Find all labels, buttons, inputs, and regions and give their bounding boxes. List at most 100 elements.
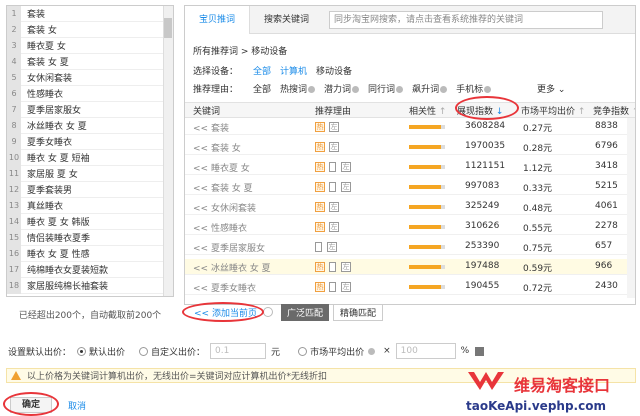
list-item[interactable]: 6 性感睡衣 <box>7 85 173 102</box>
keyword-cell[interactable]: << 性感睡衣 <box>193 221 247 234</box>
relevance-bar <box>409 125 445 129</box>
exact-match-button[interactable]: 精确匹配 <box>332 303 383 321</box>
default-bid-radio[interactable] <box>77 346 87 356</box>
custom-bid-input[interactable]: 0.1 <box>210 343 267 359</box>
list-item[interactable]: 16 睡衣 女 夏 性感 <box>7 245 173 262</box>
table-row[interactable]: << 套装 女 夏 热 左 997083 0.33元 5215 <box>185 179 629 195</box>
market-bid-radio[interactable] <box>298 346 308 356</box>
tab-search-keyword[interactable]: 搜索关键词 <box>250 6 323 34</box>
hot-icon: 热 <box>315 162 325 172</box>
reason-mobile[interactable]: 手机标 <box>456 82 492 95</box>
relevance-fill <box>409 265 442 269</box>
keyword-list-scrollbar[interactable] <box>163 6 173 296</box>
device-all[interactable]: 全部 <box>253 64 271 77</box>
left-icon: 左 <box>329 142 339 152</box>
list-item[interactable]: 13 真丝睡衣 <box>7 197 173 214</box>
list-item[interactable]: 10 睡衣 女 夏 短袖 <box>7 149 173 166</box>
device-filter: 选择设备： 全部 计算机 移动设备 <box>193 64 361 77</box>
row-number: 16 <box>7 245 21 262</box>
list-item[interactable]: 7 夏季居家服女 <box>7 101 173 118</box>
more-label: 更多 <box>537 85 556 95</box>
header-cpc[interactable]: 市场平均出价 ↑ <box>521 104 585 117</box>
reason-all[interactable]: 全部 <box>253 82 271 95</box>
broad-match-button[interactable]: 广泛匹配 <box>280 303 329 321</box>
keyword-cell[interactable]: << 夏季女睡衣 <box>193 281 256 294</box>
reason-peer[interactable]: 同行词 <box>368 82 404 95</box>
list-item[interactable]: 5 女休闲套装 <box>7 69 173 86</box>
row-number: 3 <box>7 37 21 54</box>
device-computer[interactable]: 计算机 <box>280 64 307 77</box>
relevance-fill <box>409 165 442 169</box>
keyword-text: 女休闲套装 <box>27 74 73 84</box>
keyword-cell[interactable]: << 套装 <box>193 121 229 134</box>
reason-potential[interactable]: 潜力词 <box>324 82 360 95</box>
list-item[interactable]: 3 睡衣夏 女 <box>7 37 173 54</box>
keyword-cell[interactable]: << 女休闲套装 <box>193 201 256 214</box>
annotation-circle <box>182 302 264 322</box>
tab-recommend[interactable]: 宝贝推词 <box>185 6 251 34</box>
table-row[interactable]: << 套装 女 热左 1970035 0.28元 6796 <box>185 139 629 155</box>
table-row[interactable]: << 女休闲套装 热左 325249 0.48元 4061 <box>185 199 629 215</box>
keyword-cell[interactable]: << 套装 女 夏 <box>193 181 253 194</box>
relevance-fill <box>409 205 442 209</box>
hot-icon: 热 <box>315 282 325 292</box>
competition-cell: 8838 <box>595 121 618 131</box>
scrollbar-thumb[interactable] <box>164 18 172 38</box>
keyword-cell[interactable]: << 睡衣夏 女 <box>193 161 250 174</box>
list-item[interactable]: 15 情侣装睡衣夏季 <box>7 229 173 246</box>
keyword-text: 性感睡衣 <box>27 90 64 100</box>
more-filters-button[interactable]: 更多 ⌄ <box>537 82 565 95</box>
percent-input[interactable]: 100 <box>395 343 456 359</box>
row-number: 17 <box>7 261 21 278</box>
impressions-cell: 253390 <box>465 241 500 251</box>
default-bid-label: 默认出价 <box>89 347 126 358</box>
mobile-icon <box>315 242 322 252</box>
table-row[interactable]: << 夏季居家服女 左 253390 0.75元 657 <box>185 239 629 255</box>
list-item[interactable]: 17 纯棉睡衣女夏装短款 <box>7 261 173 278</box>
impressions-cell: 310626 <box>465 221 500 231</box>
table-row[interactable]: << 睡衣夏 女 热 左 1121151 1.12元 3418 <box>185 159 629 175</box>
custom-bid-radio[interactable] <box>139 346 149 356</box>
row-number: 4 <box>7 53 21 70</box>
impressions-cell: 190455 <box>465 281 500 291</box>
list-item[interactable]: 1 套装 <box>7 6 173 22</box>
mobile-icon <box>329 282 336 292</box>
table-row[interactable]: << 冰丝睡衣 女 夏 热 左 197488 0.59元 966 <box>185 259 629 275</box>
hot-icon: 热 <box>315 262 325 272</box>
keyword-cell[interactable]: << 冰丝睡衣 女 夏 <box>193 261 271 274</box>
row-number: 7 <box>7 101 21 118</box>
watermark-url: taoKeApi.vephp.com <box>466 399 606 413</box>
relevance-bar <box>409 245 445 249</box>
list-item[interactable]: 9 夏季女睡衣 <box>7 133 173 150</box>
row-number: 14 <box>7 213 21 230</box>
table-row[interactable]: << 夏季女睡衣 热 左 190455 0.72元 2430 <box>185 279 629 295</box>
list-item[interactable]: 14 睡衣 夏 女 韩版 <box>7 213 173 230</box>
header-relevance[interactable]: 相关性 ↑ <box>409 104 446 117</box>
cancel-link[interactable]: 取消 <box>68 399 86 412</box>
keyword-cell[interactable]: << 夏季居家服女 <box>193 241 265 254</box>
header-competition[interactable]: 竞争指数 ↑ <box>593 104 635 117</box>
list-item[interactable]: 2 套装 女 <box>7 21 173 38</box>
relevance-fill <box>409 245 442 249</box>
cpc-cell: 0.48元 <box>523 204 553 214</box>
reason-hot[interactable]: 热搜词 <box>280 82 316 95</box>
device-mobile[interactable]: 移动设备 <box>316 64 352 77</box>
hot-icon: 热 <box>315 142 325 152</box>
search-input[interactable]: 同步淘宝网搜索，请点击查看系统推荐的关键词 <box>329 10 604 29</box>
table-row[interactable]: << 套装 热左 3608284 0.27元 8838 <box>185 119 629 135</box>
keyword-cell[interactable]: << 套装 女 <box>193 141 241 154</box>
calculator-icon[interactable] <box>475 346 485 356</box>
reason-filter: 推荐理由： 全部 热搜词 潜力词 同行词 飙升词 手机标 <box>193 82 500 95</box>
table-scrollbar[interactable] <box>627 118 635 298</box>
list-item[interactable]: 11 家居服 夏 女 <box>7 165 173 182</box>
row-number: 2 <box>7 21 21 38</box>
list-item[interactable]: 4 套装 女 夏 <box>7 53 173 70</box>
impressions-cell: 325249 <box>465 201 500 211</box>
reason-rising[interactable]: 飙升词 <box>412 82 448 95</box>
list-item[interactable]: 18 家居服纯棉长袖套装 <box>7 277 173 294</box>
row-number: 15 <box>7 229 21 246</box>
keyword-text: 家居服纯棉长袖套装 <box>27 282 109 292</box>
list-item[interactable]: 8 冰丝睡衣 女 夏 <box>7 117 173 134</box>
list-item[interactable]: 12 夏季套装男 <box>7 181 173 198</box>
table-row[interactable]: << 性感睡衣 热左 310626 0.55元 2278 <box>185 219 629 235</box>
